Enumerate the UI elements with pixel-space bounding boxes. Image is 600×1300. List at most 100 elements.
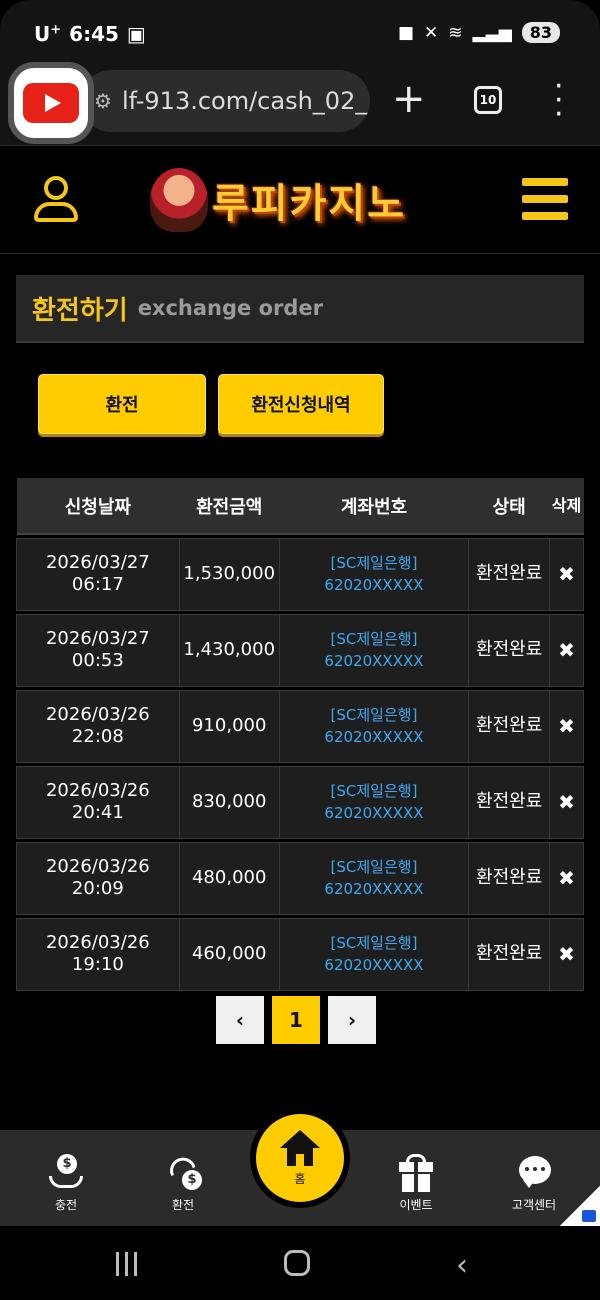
cell-account[interactable]: [SC제일은행] 62020XXXXX (278, 765, 470, 839)
cell-status: 환전완료 (468, 537, 551, 611)
bottom-navigation: $ 충전 $ 환전 홈 이벤트 고객센터 (0, 1108, 600, 1226)
header-delete: 삭제 (549, 478, 584, 535)
clock: 6:45 (69, 22, 119, 46)
cell-account[interactable]: [SC제일은행] 62020XXXXX (278, 613, 470, 687)
page-title: 환전하기 exchange order (16, 275, 584, 343)
next-page-button[interactable]: › (328, 996, 376, 1044)
battery-indicator: 83 (521, 22, 560, 43)
current-page-button[interactable]: 1 (272, 996, 320, 1044)
cell-amount: 1,430,000 (178, 613, 280, 687)
table-row: 2026/03/26 20:09 480,000 [SC제일은행] 62020XXXXX… (16, 841, 584, 915)
table-header-row: 신청날짜 환전금액 계좌번호 상태 삭제 (16, 478, 584, 535)
url-text: lf-913.com/cash_02_ (121, 87, 368, 115)
cell-status: 환전완료 (468, 689, 551, 763)
cell-status: 환전완료 (468, 613, 551, 687)
cell-date: 2026/03/26 22:08 (16, 689, 180, 763)
table-row: 2026/03/27 00:53 1,430,000 [SC제일은행] 62020XXX… (16, 613, 584, 687)
table-row: 2026/03/26 20:41 830,000 [SC제일은행] 62020XXXXX… (16, 765, 584, 839)
signal-icon: ▂▃▅ (472, 22, 512, 43)
address-bar[interactable]: ⚙ lf-913.com/cash_02_ (80, 70, 370, 132)
page-title-english: exchange order (137, 296, 323, 320)
delete-row-button[interactable]: ✖ (549, 841, 584, 915)
support-chat-icon (515, 1154, 553, 1192)
table-body: 2026/03/27 06:17 1,530,000 [SC제일은행] 62020XXX… (16, 534, 584, 991)
site-settings-icon[interactable]: ⚙ (94, 89, 112, 113)
cell-status: 환전완료 (468, 841, 551, 915)
logo-text: 루피카지노 (212, 181, 406, 227)
nav-deposit[interactable]: $ 충전 (16, 1154, 116, 1213)
cell-amount: 480,000 (178, 841, 280, 915)
cell-amount: 1,530,000 (178, 537, 280, 611)
android-home-button[interactable] (284, 1250, 310, 1276)
cell-date: 2026/03/26 20:09 (16, 841, 180, 915)
user-icon[interactable] (34, 176, 78, 222)
logo-character-image (150, 168, 208, 232)
delete-row-button[interactable]: ✖ (549, 765, 584, 839)
home-circle: 홈 (256, 1114, 344, 1202)
exchange-history-table: 신청날짜 환전금액 계좌번호 상태 삭제 2026/03/27 06:17 1,53… (16, 478, 584, 991)
youtube-icon (23, 83, 79, 123)
cell-account[interactable]: [SC제일은행] 62020XXXXX (278, 537, 470, 611)
header-date: 신청날짜 (16, 478, 180, 535)
pagination: ‹ 1 › (216, 996, 376, 1044)
nav-event-label: 이벤트 (399, 1198, 433, 1212)
cell-date: 2026/03/26 20:41 (16, 765, 180, 839)
nav-event[interactable]: 이벤트 (366, 1154, 466, 1213)
cell-account[interactable]: [SC제일은행] 62020XXXXX (278, 689, 470, 763)
delete-row-button[interactable]: ✖ (549, 537, 584, 611)
corner-badge-icon (582, 1210, 596, 1222)
cell-status: 환전완료 (468, 917, 551, 991)
android-navigation-bar: ‹ (0, 1226, 600, 1300)
cell-date: 2026/03/26 19:10 (16, 917, 180, 991)
delete-row-button[interactable]: ✖ (549, 613, 584, 687)
nav-deposit-label: 충전 (54, 1198, 78, 1212)
site-logo[interactable]: 루피카지노 (150, 164, 460, 236)
delete-row-button[interactable]: ✖ (549, 689, 584, 763)
youtube-floating-bubble[interactable] (8, 62, 94, 144)
cell-status: 환전완료 (468, 765, 551, 839)
recent-apps-button[interactable] (116, 1252, 137, 1276)
cell-date: 2026/03/27 06:17 (16, 537, 180, 611)
header-status: 상태 (468, 478, 550, 535)
status-bar: U+ 6:45 ▣ ■ ✕ ≋ ▂▃▅ 83 (0, 0, 600, 70)
gift-icon (397, 1154, 435, 1192)
table-row: 2026/03/26 19:10 460,000 [SC제일은행] 62020XXXXX… (16, 917, 584, 991)
cell-amount: 830,000 (178, 765, 280, 839)
home-icon (280, 1129, 320, 1166)
nav-withdraw[interactable]: $ 환전 (133, 1153, 233, 1213)
more-menu-button[interactable]: · · · (554, 72, 564, 130)
deposit-icon: $ (47, 1154, 85, 1192)
cell-amount: 910,000 (178, 689, 280, 763)
cell-date: 2026/03/27 00:53 (16, 613, 180, 687)
exchange-tab-button[interactable]: 환전 (38, 374, 206, 434)
corner-badge[interactable] (560, 1186, 600, 1226)
cell-account[interactable]: [SC제일은행] 62020XXXXX (278, 841, 470, 915)
mute-icon: ✕ (424, 22, 439, 43)
header-amount: 환전금액 (179, 478, 280, 535)
site-header: 루피카지노 (0, 146, 600, 254)
header-account: 계좌번호 (279, 478, 469, 535)
cell-amount: 460,000 (178, 917, 280, 991)
prev-page-button[interactable]: ‹ (216, 996, 264, 1044)
android-back-button[interactable]: ‹ (456, 1248, 468, 1283)
page-title-korean: 환전하기 (32, 295, 128, 326)
carrier: U+ (34, 22, 62, 46)
new-tab-button[interactable]: + (392, 76, 426, 122)
nav-support-label: 고객센터 (511, 1198, 557, 1212)
tab-switcher-button[interactable]: 10 (474, 86, 502, 114)
status-left: U+ 6:45 ▣ (34, 22, 146, 46)
status-right: ■ ✕ ≋ ▂▃▅ 83 (398, 22, 560, 43)
nav-withdraw-label: 환전 (171, 1198, 195, 1212)
nav-home[interactable]: 홈 (250, 1108, 350, 1208)
nav-home-label: 홈 (294, 1171, 306, 1186)
notification-icon: ■ (397, 22, 414, 43)
withdraw-icon: $ (164, 1153, 202, 1192)
table-row: 2026/03/26 22:08 910,000 [SC제일은행] 62020XXXXX… (16, 689, 584, 763)
exchange-history-tab-button[interactable]: 환전신청내역 (218, 374, 384, 434)
wifi-icon: ≋ (448, 22, 463, 43)
delete-row-button[interactable]: ✖ (549, 917, 584, 991)
cell-account[interactable]: [SC제일은행] 62020XXXXX (278, 917, 470, 991)
hamburger-menu-icon[interactable] (522, 178, 568, 220)
screenshot-icon: ▣ (126, 22, 146, 46)
table-row: 2026/03/27 06:17 1,530,000 [SC제일은행] 62020XXX… (16, 537, 584, 611)
